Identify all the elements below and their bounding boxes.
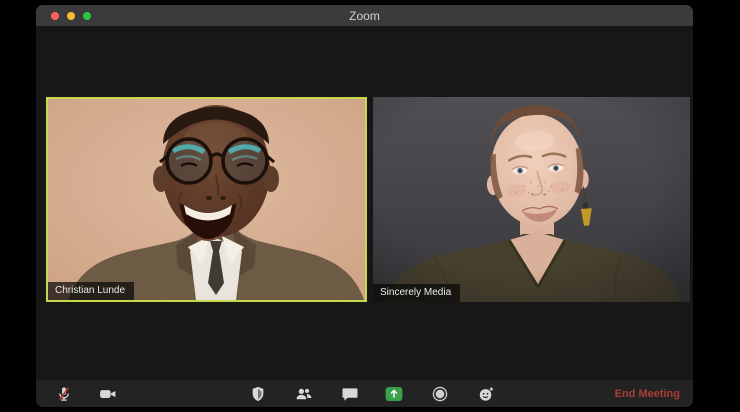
zoom-app-window: Zoom Christian Lunde Sincerely Media End… [36,5,693,407]
stop-video-button[interactable] [98,387,118,401]
titlebar: Zoom [36,5,693,26]
participants-icon [296,388,312,399]
video-camera-icon [100,389,116,398]
end-meeting-button[interactable]: End Meeting [615,388,680,400]
video-tile-sincerely-media[interactable]: Sincerely Media [373,97,690,302]
portrait-woman-short-hair [373,97,690,302]
reactions-button[interactable] [477,386,495,402]
participants-button[interactable] [294,387,314,401]
security-button[interactable] [251,386,266,402]
participant-name-label: Sincerely Media [373,283,461,302]
share-screen-button[interactable] [385,386,404,401]
chat-bubble-icon [342,387,358,401]
chat-button[interactable] [342,386,359,401]
shield-icon [252,386,264,401]
microphone-muted-icon [59,386,69,401]
portrait-man-glasses [48,99,365,300]
record-icon [432,386,448,401]
meeting-toolbar: End Meeting [36,380,693,407]
video-tile-christian-lunde[interactable]: Christian Lunde [46,97,367,302]
window-title: Zoom [349,8,380,23]
share-screen-icon [385,386,403,401]
record-button[interactable] [432,386,448,402]
mute-button[interactable] [55,385,73,402]
reactions-smiley-icon [479,386,494,401]
participant-name-label: Christian Lunde [48,281,135,300]
